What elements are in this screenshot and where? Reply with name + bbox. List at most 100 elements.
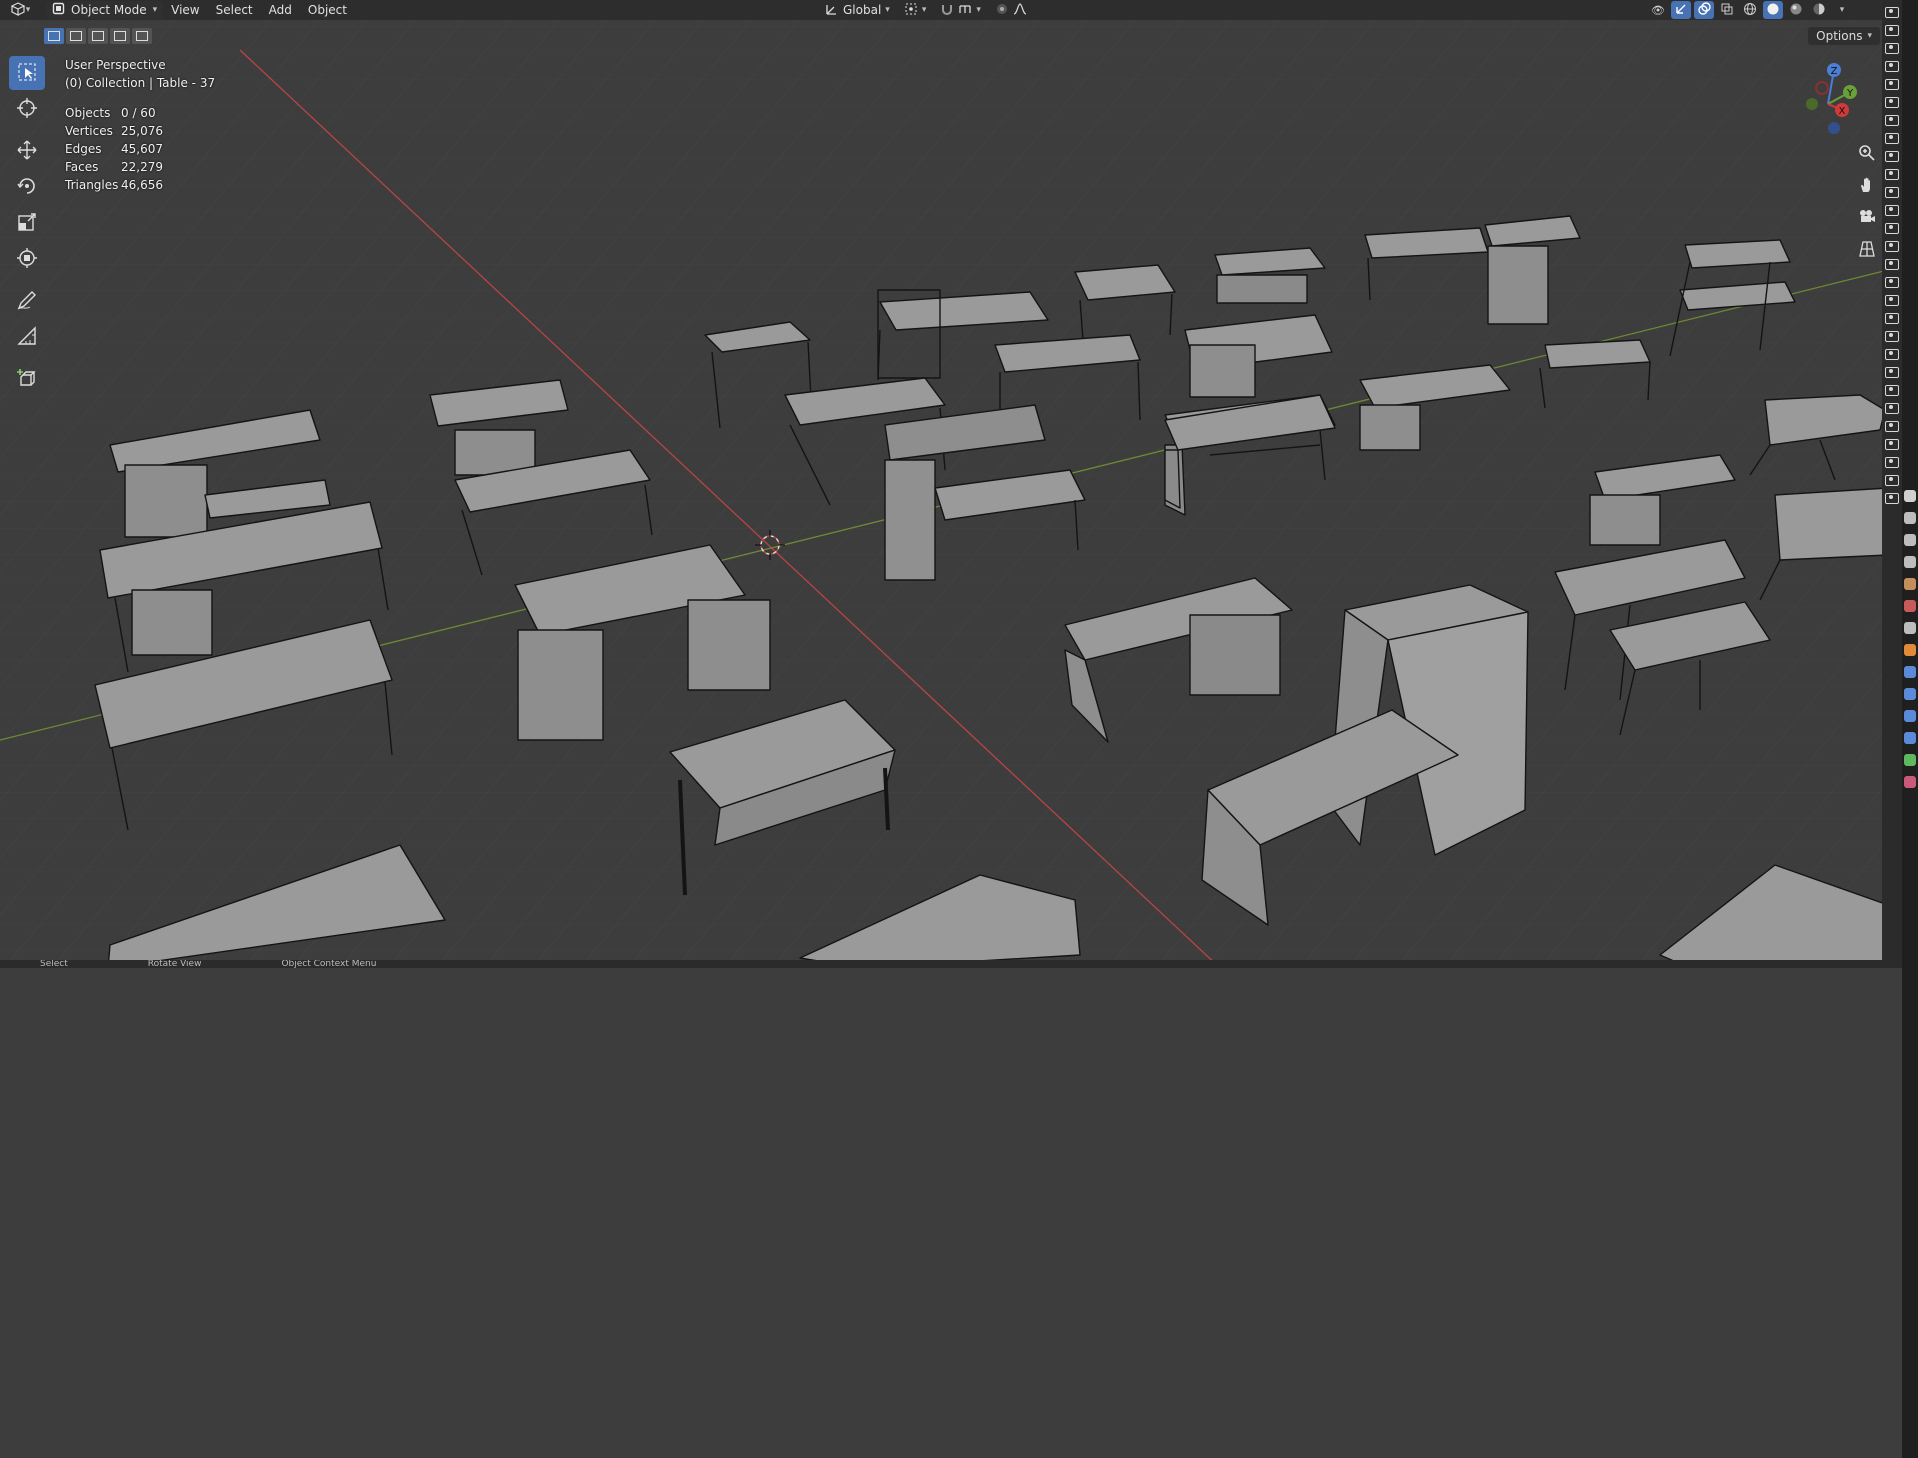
camera-icon[interactable]	[1885, 43, 1899, 54]
select-mode-subtract[interactable]	[88, 28, 108, 44]
pivot-point-dropdown[interactable]: ▾	[899, 1, 932, 19]
measure-tool[interactable]	[9, 320, 45, 354]
snap-dropdown[interactable]: ▾	[935, 1, 986, 19]
world-properties-icon[interactable]	[1904, 600, 1916, 612]
camera-icon[interactable]	[1885, 205, 1899, 216]
gizmo-toggle[interactable]	[1671, 1, 1691, 19]
camera-icon[interactable]	[1885, 79, 1899, 90]
camera-icon[interactable]	[1885, 259, 1899, 270]
camera-icon[interactable]	[1885, 97, 1899, 108]
chevron-down-icon: ▾	[25, 5, 31, 15]
cursor-tool[interactable]	[9, 92, 45, 126]
pan-button[interactable]	[1853, 172, 1881, 200]
perspective-toggle-button[interactable]	[1853, 236, 1881, 264]
camera-icon[interactable]	[1885, 367, 1899, 378]
gizmo-neg-x-handle[interactable]	[1815, 81, 1829, 95]
camera-icon[interactable]	[1885, 349, 1899, 360]
3d-viewport[interactable]	[0, 0, 1918, 968]
output-properties-icon[interactable]	[1904, 534, 1916, 546]
camera-icon[interactable]	[1885, 223, 1899, 234]
camera-icon[interactable]	[1885, 331, 1899, 342]
falloff-icon	[1013, 2, 1027, 19]
options-dropdown[interactable]: Options ▾	[1808, 27, 1880, 45]
proportional-editing-dropdown[interactable]	[990, 1, 1032, 19]
navigation-gizmo[interactable]: Z Y X	[1794, 62, 1864, 145]
camera-icon[interactable]	[1885, 25, 1899, 36]
camera-icon[interactable]	[1885, 7, 1899, 18]
visibility-dropdown[interactable]: 👁	[1648, 1, 1668, 19]
camera-icon[interactable]	[1885, 457, 1899, 468]
select-mode-extend[interactable]	[66, 28, 86, 44]
camera-icon[interactable]	[1885, 187, 1899, 198]
gizmo-y-label: Y	[1846, 88, 1854, 99]
select-box-icon	[17, 62, 37, 85]
chevron-down-icon: ▾	[976, 5, 981, 15]
editor-type-button[interactable]: ▾	[0, 1, 40, 19]
status-select-hint: Select	[40, 960, 68, 968]
select-box-tool[interactable]	[9, 56, 45, 90]
select-mode-intersect[interactable]	[132, 28, 152, 44]
select-new-icon	[48, 31, 60, 41]
transform-orientation-dropdown[interactable]: Global ▾	[820, 1, 895, 19]
orientation-label: Global	[843, 3, 882, 17]
select-mode-new[interactable]	[44, 28, 64, 44]
shading-solid-button[interactable]	[1763, 1, 1783, 19]
menu-view[interactable]: View	[163, 1, 207, 19]
menu-object[interactable]: Object	[300, 1, 355, 19]
view-name: User Perspective	[65, 58, 166, 72]
shading-material-button[interactable]	[1786, 1, 1806, 19]
camera-icon[interactable]	[1885, 241, 1899, 252]
xray-toggle[interactable]	[1717, 1, 1737, 19]
camera-icon[interactable]	[1885, 385, 1899, 396]
gizmo-neg-z-handle[interactable]	[1828, 122, 1840, 134]
material-properties-icon[interactable]	[1904, 776, 1916, 788]
constraints-properties-icon[interactable]	[1904, 732, 1916, 744]
menu-select[interactable]: Select	[208, 1, 261, 19]
zoom-button[interactable]	[1853, 140, 1881, 168]
mesh-data-properties-icon[interactable]	[1904, 754, 1916, 766]
rotate-tool[interactable]	[9, 170, 45, 204]
mode-dropdown[interactable]: Object Mode ▾	[46, 1, 164, 19]
camera-icon[interactable]	[1885, 295, 1899, 306]
modifier-properties-icon[interactable]	[1904, 666, 1916, 678]
rendered-sphere-icon	[1812, 2, 1826, 19]
transform-tool[interactable]	[9, 242, 45, 276]
viewport-canvas[interactable]	[0, 0, 1888, 968]
move-tool[interactable]	[9, 134, 45, 168]
physics-properties-icon[interactable]	[1904, 710, 1916, 722]
shading-rendered-button[interactable]	[1809, 1, 1829, 19]
select-extend-icon	[70, 31, 82, 41]
add-cube-tool[interactable]	[9, 362, 45, 396]
camera-icon[interactable]	[1885, 493, 1899, 504]
chevron-down-icon: ▾	[885, 5, 890, 15]
camera-icon[interactable]	[1885, 277, 1899, 288]
tool-properties-icon[interactable]	[1904, 490, 1916, 502]
annotate-tool[interactable]	[9, 284, 45, 318]
overlay-toggle[interactable]	[1694, 1, 1714, 19]
collection-properties-icon[interactable]	[1904, 622, 1916, 634]
render-properties-icon[interactable]	[1904, 512, 1916, 524]
camera-icon[interactable]	[1885, 169, 1899, 180]
view-layer-properties-icon[interactable]	[1904, 556, 1916, 568]
camera-icon[interactable]	[1885, 133, 1899, 144]
particles-properties-icon[interactable]	[1904, 688, 1916, 700]
shading-wireframe-button[interactable]	[1740, 1, 1760, 19]
camera-icon[interactable]	[1885, 313, 1899, 324]
camera-icon[interactable]	[1885, 439, 1899, 450]
proportional-edit-icon	[995, 2, 1009, 19]
camera-icon[interactable]	[1885, 403, 1899, 414]
scene-properties-icon[interactable]	[1904, 578, 1916, 590]
shading-options-dropdown[interactable]: ▾	[1832, 1, 1852, 19]
gizmo-neg-y-handle[interactable]	[1806, 98, 1818, 110]
camera-icon[interactable]	[1885, 475, 1899, 486]
menu-add[interactable]: Add	[261, 1, 300, 19]
camera-icon[interactable]	[1885, 115, 1899, 126]
scale-tool[interactable]	[9, 206, 45, 240]
object-properties-icon[interactable]	[1904, 644, 1916, 656]
camera-icon[interactable]	[1885, 421, 1899, 432]
camera-icon[interactable]	[1885, 151, 1899, 162]
viewport-header: ▾ Object Mode ▾ View Select Add Object G…	[0, 0, 1888, 20]
select-mode-invert[interactable]	[110, 28, 130, 44]
camera-icon[interactable]	[1885, 61, 1899, 72]
camera-view-button[interactable]	[1853, 204, 1881, 232]
